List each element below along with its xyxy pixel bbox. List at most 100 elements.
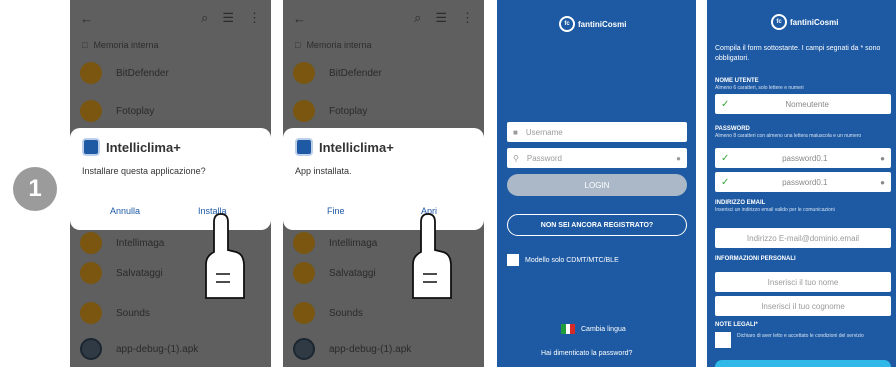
folder-icon [293,262,315,284]
app-icon [295,138,313,156]
password-field[interactable]: ⚲ Password ● [507,148,687,168]
list-item-label: Fotoplay [116,105,155,117]
language-selector[interactable]: Cambia lingua [561,324,626,334]
list-item[interactable]: Fotoplay [293,96,476,126]
folder-icon [80,100,102,122]
first-name-input[interactable]: Inserisci il tuo nome [715,272,891,292]
apk-icon [80,338,102,360]
phone-screen-installed: ← ⌕ ☰ ⋮ □ Memoria interna BitDefender Fo… [283,0,484,367]
submit-button[interactable] [715,360,891,367]
eye-icon[interactable]: ● [676,154,681,163]
email-placeholder: Indirizzo E-mail@dominio.email [746,233,860,243]
folder-icon [80,62,102,84]
step-number-badge: 1 [13,167,57,211]
legal-option[interactable]: Dichiaro di aver letto e accettato le co… [715,332,891,348]
list-item[interactable]: app-debug-(1).apk [293,334,476,364]
check-icon: ✓ [721,98,730,110]
eye-icon[interactable]: ● [880,178,885,187]
breadcrumb-path: Memoria interna [93,40,159,50]
email-label: INDIRIZZO EMAIL [715,200,766,206]
list-item[interactable]: BitDefender [293,58,476,88]
search-icon[interactable]: ⌕ [414,10,421,26]
menu-icon[interactable]: ☰ [435,10,447,26]
check-icon: ✓ [721,152,730,164]
username-input[interactable]: ✓ Nomeutente [715,94,891,114]
folder-icon [293,62,315,84]
list-item[interactable]: app-debug-(1).apk [80,334,263,364]
eye-icon[interactable]: ● [880,154,885,163]
list-item-label: Sounds [329,307,363,319]
back-icon[interactable]: ← [80,11,93,26]
list-item-label: Salvataggi [329,267,376,279]
brand-name: fantiniCosmi [790,17,839,27]
username-field[interactable]: ■ Username [507,122,687,142]
folder-icon [80,232,102,254]
username-section: NOME UTENTE Almeno 6 caratteri, solo let… [715,78,891,91]
cancel-button[interactable]: Annulla [110,206,140,216]
more-icon[interactable]: ⋮ [461,10,474,26]
dialog-app-name: Intelliclima+ [319,139,394,155]
done-button[interactable]: Fine [327,206,345,216]
form-intro: Compila il form sottostante. I campi seg… [715,45,881,62]
tap-hand-icon [205,213,245,299]
folder-icon [293,302,315,324]
old-device-label: Modello solo CDMT/MTC/BLE [525,256,619,264]
email-hint: Inserisci un indirizzo email valido per … [715,207,835,213]
brand-logo: fc fantiniCosmi [771,14,838,30]
forgot-password-link[interactable]: Hai dimenticato la password? [541,350,632,357]
list-item[interactable]: Sounds [80,298,263,328]
key-icon: ⚲ [513,153,519,163]
more-icon[interactable]: ⋮ [248,10,261,26]
back-icon[interactable]: ← [293,11,306,26]
checkbox[interactable] [715,332,731,348]
file-manager-toolbar: ← ⌕ ☰ ⋮ [283,0,484,36]
list-item[interactable]: Fotoplay [80,96,263,126]
personal-info-label: INFORMAZIONI PERSONALI [715,256,796,262]
last-name-placeholder: Inserisci il tuo cognome [761,301,845,311]
list-item-label: app-debug-(1).apk [329,343,412,355]
list-item-label: BitDefender [116,67,169,79]
legal-text: Dichiaro di aver letto e accettato le co… [737,333,864,339]
folder-icon [293,100,315,122]
phone-screen-install-prompt: ← ⌕ ☰ ⋮ □ Memoria interna BitDefender Fo… [70,0,271,367]
brand-name: fantiniCosmi [578,19,627,29]
email-section: INDIRIZZO EMAIL Inserisci un indirizzo e… [715,200,891,213]
username-hint: Almeno 6 caratteri, solo lettere e numer… [715,85,804,91]
phone-screen-register: fc fantiniCosmi Compila il form sottosta… [707,0,896,367]
old-device-option[interactable]: Modello solo CDMT/MTC/BLE [507,254,619,266]
login-button[interactable]: LOGIN [507,174,687,196]
breadcrumb-path: Memoria interna [306,40,372,50]
list-item[interactable]: BitDefender [80,58,263,88]
tap-hand-icon [412,213,452,299]
installed-dialog: Intelliclima+ App installata. Fine Apri [283,128,484,230]
check-icon: ✓ [721,176,730,188]
password-confirm-input[interactable]: ✓ password0.1 ● [715,172,891,192]
list-item-label: BitDefender [329,67,382,79]
storage-icon: □ [82,40,88,50]
username-value: Nomeutente [785,99,829,109]
dialog-message: Installare questa applicazione? [82,166,206,176]
logo-mark-icon: fc [559,16,575,32]
app-icon [82,138,100,156]
phone-screen-login: fc fantiniCosmi ■ Username ⚲ Password ● … [497,0,696,367]
list-item-label: Fotoplay [329,105,368,117]
password-confirm-value: password0.1 [782,177,828,187]
logo-mark-icon: fc [771,14,787,30]
menu-icon[interactable]: ☰ [222,10,234,26]
list-item-label: Sounds [116,307,150,319]
checkbox[interactable] [507,254,519,266]
email-input[interactable]: Indirizzo E-mail@dominio.email [715,228,891,248]
breadcrumb: □ Memoria interna [82,40,158,50]
last-name-input[interactable]: Inserisci il tuo cognome [715,296,891,316]
list-item[interactable]: Sounds [293,298,476,328]
register-button[interactable]: NON SEI ANCORA REGISTRATO? [507,214,687,236]
password-input[interactable]: ✓ password0.1 ● [715,148,891,168]
folder-icon [293,232,315,254]
italy-flag-icon [561,324,576,334]
password-hint: Almeno 8 caratteri con almeno una letter… [715,133,862,139]
list-item-label: Intellimaga [329,237,378,249]
apk-icon [293,338,315,360]
user-icon: ■ [513,127,518,137]
storage-icon: □ [295,40,301,50]
search-icon[interactable]: ⌕ [201,10,208,26]
